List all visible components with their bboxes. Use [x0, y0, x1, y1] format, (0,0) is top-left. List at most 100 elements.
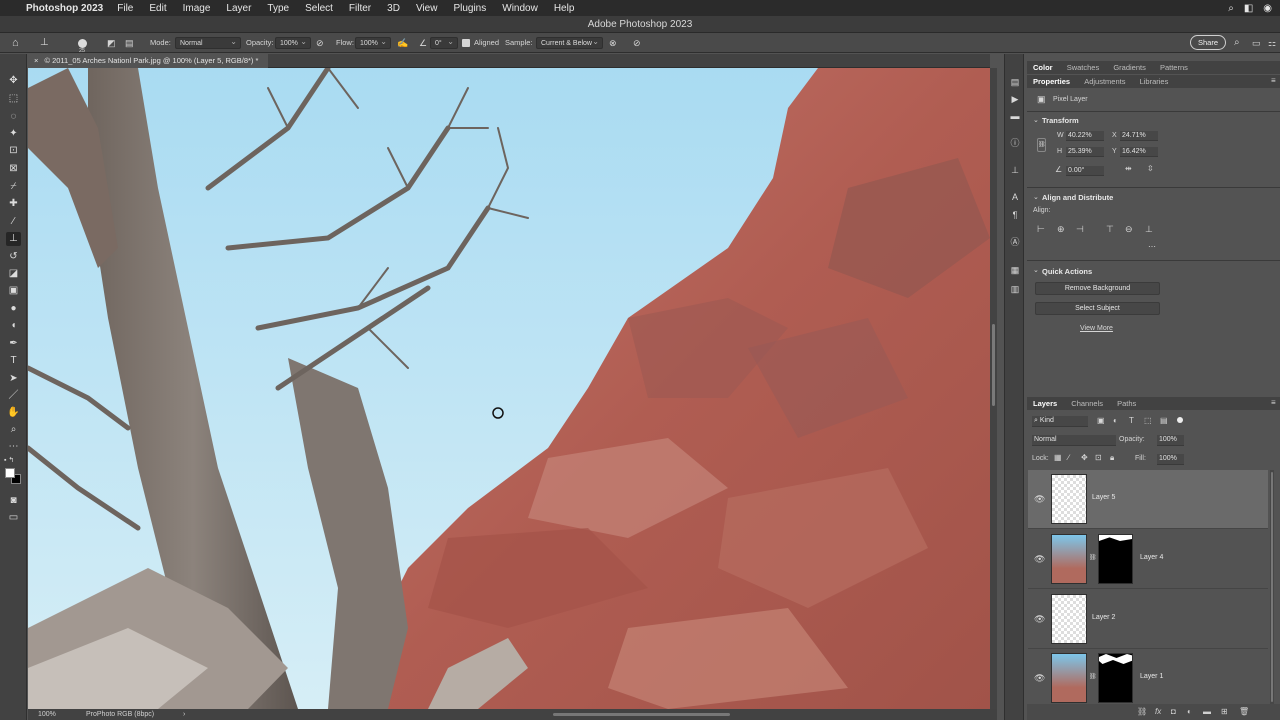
- new-adjustment-layer-icon[interactable]: ◐: [1187, 707, 1192, 716]
- align-bottom-icon[interactable]: ⊥: [1145, 224, 1153, 235]
- layers-scroll-thumb[interactable]: [1271, 472, 1273, 702]
- healing-brush-tool-icon[interactable]: ✚: [6, 197, 21, 211]
- clone-stamp-tool-preset-icon[interactable]: ⊥: [40, 33, 49, 53]
- clone-source-icon[interactable]: ▤: [125, 33, 134, 53]
- select-subject-button[interactable]: Select Subject: [1035, 302, 1160, 315]
- tab-gradients[interactable]: Gradients: [1113, 63, 1146, 72]
- layer-name[interactable]: Layer 4: [1140, 554, 1163, 561]
- home-icon[interactable]: ⌂: [12, 33, 19, 53]
- comments-panel-icon[interactable]: ▬: [1009, 110, 1021, 122]
- tab-properties[interactable]: Properties: [1033, 77, 1070, 86]
- layers-scrollbar[interactable]: [1270, 470, 1274, 704]
- canvas-vertical-scrollbar[interactable]: [990, 68, 997, 709]
- gradient-tool-icon[interactable]: ▣: [6, 284, 21, 298]
- brush-tool-icon[interactable]: ∕: [6, 215, 21, 229]
- ignore-adjustment-layers-icon[interactable]: ⊗: [609, 33, 617, 53]
- spotlight-search-icon[interactable]: ⌕: [1228, 3, 1234, 14]
- filter-type-icon[interactable]: T: [1129, 416, 1134, 425]
- eraser-tool-icon[interactable]: ◪: [6, 267, 21, 281]
- menu-layer[interactable]: Layer: [226, 3, 251, 14]
- notes-panel-icon[interactable]: ▥: [1009, 283, 1021, 295]
- siri-icon[interactable]: ◉: [1263, 3, 1272, 14]
- mask-link-icon[interactable]: ⛓: [1089, 673, 1097, 680]
- align-chevron-icon[interactable]: ⌄: [1033, 193, 1039, 201]
- libraries-panel-icon[interactable]: ▦: [1009, 264, 1021, 276]
- menu-type[interactable]: Type: [267, 3, 289, 14]
- lock-image-icon[interactable]: ∕: [1068, 453, 1069, 462]
- frame-tool-icon[interactable]: ⊠: [6, 162, 21, 176]
- screen-mode-icon[interactable]: ▭: [6, 511, 21, 525]
- tab-libraries[interactable]: Libraries: [1140, 77, 1169, 86]
- glyphs-panel-icon[interactable]: Ⓐ: [1009, 236, 1021, 248]
- airbrush-icon[interactable]: ✍: [397, 33, 408, 53]
- menu-filter[interactable]: Filter: [349, 3, 371, 14]
- share-button[interactable]: Share: [1190, 35, 1226, 50]
- sample-dropdown[interactable]: Current & Below: [536, 36, 603, 49]
- zoom-level[interactable]: 100%: [38, 709, 56, 720]
- view-more-link[interactable]: View More: [1080, 325, 1113, 332]
- path-selection-tool-icon[interactable]: ➤: [6, 372, 21, 386]
- layer-filter-dropdown[interactable]: ⌕ Kind: [1032, 416, 1088, 427]
- tab-swatches[interactable]: Swatches: [1067, 63, 1100, 72]
- y-field[interactable]: 16.42%: [1120, 147, 1158, 157]
- layers-panel-menu-icon[interactable]: ≡: [1271, 398, 1276, 407]
- menu-help[interactable]: Help: [554, 3, 575, 14]
- mask-link-icon[interactable]: ⛓: [1089, 554, 1097, 561]
- line-tool-icon[interactable]: ／: [6, 389, 21, 403]
- opacity-dropdown[interactable]: 100%: [275, 36, 311, 49]
- lock-transparent-icon[interactable]: ▦: [1054, 453, 1062, 462]
- flow-dropdown[interactable]: 100%: [355, 36, 391, 49]
- menu-3d[interactable]: 3D: [387, 3, 400, 14]
- aligned-checkbox[interactable]: [462, 39, 470, 47]
- character-panel-icon[interactable]: A: [1009, 191, 1021, 203]
- filter-shape-icon[interactable]: ⬚: [1144, 416, 1152, 425]
- color-profile[interactable]: ProPhoto RGB (8bpc): [86, 709, 154, 720]
- visibility-eye-icon[interactable]: 👁︎: [1034, 673, 1045, 684]
- document-tab[interactable]: × © 2011_05 Arches Nationl Park.jpg @ 10…: [28, 54, 269, 68]
- vertical-scroll-thumb[interactable]: [992, 324, 995, 406]
- height-field[interactable]: 25.39%: [1066, 147, 1104, 157]
- workspace-icon[interactable]: ▭: [1252, 33, 1261, 53]
- arrange-icon[interactable]: ⚏: [1268, 33, 1276, 53]
- layer-row-layer-5[interactable]: 👁︎ Layer 5: [1028, 470, 1268, 529]
- menu-file[interactable]: File: [117, 3, 133, 14]
- tab-paths[interactable]: Paths: [1117, 399, 1136, 408]
- align-top-icon[interactable]: ⊤: [1106, 224, 1114, 235]
- layer-name[interactable]: Layer 2: [1092, 614, 1115, 621]
- add-mask-icon[interactable]: ◘: [1171, 707, 1176, 716]
- link-layers-icon[interactable]: ⛓: [1137, 707, 1147, 716]
- actions-panel-icon[interactable]: ▶: [1009, 93, 1021, 105]
- type-tool-icon[interactable]: T: [6, 354, 21, 368]
- pressure-size-icon[interactable]: ⊘: [633, 33, 641, 53]
- menu-view[interactable]: View: [416, 3, 438, 14]
- horizontal-scroll-thumb[interactable]: [553, 713, 730, 716]
- angle-field[interactable]: 0.00°: [1066, 166, 1104, 176]
- angle-input[interactable]: 0°: [430, 36, 458, 49]
- layer-name[interactable]: Layer 1: [1140, 673, 1163, 680]
- menu-plugins[interactable]: Plugins: [453, 3, 486, 14]
- search-icon[interactable]: ⌕: [1234, 33, 1240, 53]
- align-right-icon[interactable]: ⊣: [1076, 224, 1084, 235]
- remove-background-button[interactable]: Remove Background: [1035, 282, 1160, 295]
- filter-toggle-icon[interactable]: [1177, 417, 1183, 423]
- visibility-eye-icon[interactable]: 👁︎: [1034, 614, 1045, 625]
- new-layer-icon[interactable]: ⊞: [1221, 707, 1228, 716]
- tab-adjustments[interactable]: Adjustments: [1084, 77, 1125, 86]
- clone-source-panel-icon[interactable]: ⊥: [1009, 164, 1021, 176]
- history-brush-tool-icon[interactable]: ↺: [6, 250, 21, 264]
- marquee-tool-icon[interactable]: ⬚: [6, 92, 21, 106]
- clone-stamp-tool-icon[interactable]: ⊥: [6, 232, 21, 246]
- blur-tool-icon[interactable]: ●: [6, 302, 21, 316]
- more-tools-icon[interactable]: ⋯: [6, 440, 21, 454]
- eyedropper-tool-icon[interactable]: ⌿: [6, 180, 21, 194]
- quick-actions-chevron-icon[interactable]: ⌄: [1033, 266, 1039, 274]
- flip-vertical-icon[interactable]: ⇳: [1147, 164, 1154, 173]
- control-center-icon[interactable]: ◧: [1244, 3, 1253, 14]
- lock-artboard-icon[interactable]: ⊡: [1095, 453, 1102, 462]
- align-left-icon[interactable]: ⊢: [1037, 224, 1045, 235]
- paragraph-panel-icon[interactable]: ¶: [1009, 209, 1021, 221]
- lock-position-icon[interactable]: ✥: [1081, 453, 1088, 462]
- document-canvas[interactable]: [28, 68, 990, 709]
- zoom-tool-icon[interactable]: ⌕: [6, 423, 21, 437]
- tab-color[interactable]: Color: [1033, 63, 1053, 72]
